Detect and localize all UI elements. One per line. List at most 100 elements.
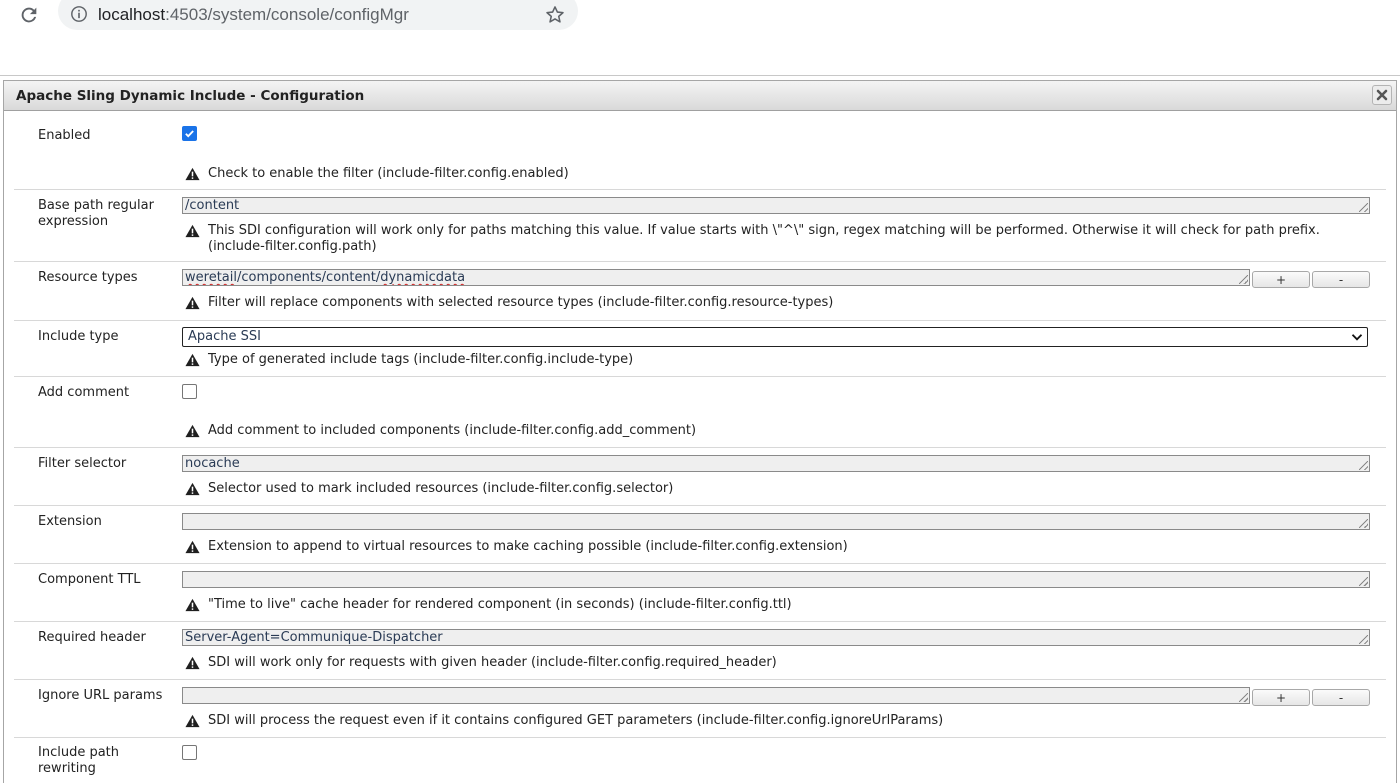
config-form: Enabled Check to enable the filter (incl…	[14, 112, 1386, 778]
required-header-description: SDI will work only for requests with giv…	[185, 655, 1375, 671]
ignore-url-params-field: + -	[182, 687, 1370, 706]
description-text: SDI will process the request even if it …	[208, 713, 944, 728]
resource-types-add-button[interactable]: +	[1252, 271, 1310, 288]
row-required-header: Required header Server-Agent=Communique-…	[14, 622, 1386, 680]
config-dialog: Apache Sling Dynamic Include - Configura…	[3, 80, 1397, 783]
resource-types-field: weretail/components/content/dynamicdata …	[182, 269, 1370, 288]
resource-types-description: Filter will replace components with sele…	[185, 295, 1375, 311]
enabled-field	[182, 126, 197, 141]
warning-icon	[185, 540, 200, 554]
filter-selector-value: nocache	[185, 456, 240, 471]
label-filter-selector: Filter selector	[38, 456, 127, 471]
row-resource-types: Resource types weretail/components/conte…	[14, 262, 1386, 321]
label-ignore-url-params: Ignore URL params	[38, 688, 163, 703]
base-path-input[interactable]: /content	[182, 197, 1370, 214]
add-comment-field	[182, 384, 197, 399]
include-type-select[interactable]: Apache SSI	[182, 327, 1368, 347]
ignore-url-params-remove-button[interactable]: -	[1312, 689, 1370, 706]
include-type-field: Apache SSI	[182, 327, 1368, 347]
required-header-field: Server-Agent=Communique-Dispatcher	[182, 629, 1370, 646]
resize-grip-icon[interactable]	[1359, 577, 1368, 586]
row-enabled: Enabled Check to enable the filter (incl…	[14, 112, 1386, 190]
resize-grip-icon[interactable]	[1359, 461, 1368, 470]
enabled-checkbox[interactable]	[182, 126, 197, 141]
ignore-url-params-add-button[interactable]: +	[1252, 689, 1310, 706]
description-text: This SDI configuration will work only fo…	[208, 223, 1320, 254]
close-button[interactable]	[1372, 85, 1392, 105]
dialog-titlebar[interactable]: Apache Sling Dynamic Include - Configura…	[4, 81, 1396, 111]
label-include-path-rewriting: Include path rewriting	[38, 745, 120, 776]
required-header-value: Server-Agent=Communique-Dispatcher	[185, 630, 443, 645]
description-text: Selector used to mark included resources…	[208, 481, 674, 496]
filter-selector-field: nocache	[182, 455, 1370, 472]
description-text: Add comment to included components (incl…	[208, 423, 697, 438]
ignore-url-params-input[interactable]	[182, 687, 1250, 704]
resource-types-remove-button[interactable]: -	[1312, 271, 1370, 288]
row-include-path-rewriting: Include path rewriting	[14, 738, 1386, 778]
dialog-title: Apache Sling Dynamic Include - Configura…	[16, 88, 365, 104]
include-path-rewriting-checkbox[interactable]	[182, 745, 197, 760]
browser-toolbar: localhost:4503/system/console/configMgr	[0, 0, 1400, 76]
reload-icon[interactable]	[16, 2, 42, 28]
description-text: Filter will replace components with sele…	[208, 295, 834, 310]
warning-icon	[185, 598, 200, 612]
warning-icon	[185, 714, 200, 728]
warning-icon	[185, 482, 200, 496]
ignore-url-params-description: SDI will process the request even if it …	[185, 713, 1375, 729]
row-filter-selector: Filter selector nocache Selector used to…	[14, 448, 1386, 506]
row-include-type: Include type Apache SSI Type of generate…	[14, 321, 1386, 377]
label-enabled: Enabled	[38, 128, 91, 143]
extension-field	[182, 513, 1370, 530]
label-include-type: Include type	[38, 329, 119, 344]
base-path-field: /content	[182, 197, 1370, 214]
base-path-value: /content	[185, 198, 240, 213]
value-part-dynamicdata: dynamicdata	[380, 270, 466, 285]
resource-types-input[interactable]: weretail/components/content/dynamicdata	[182, 269, 1250, 286]
label-extension: Extension	[38, 514, 102, 529]
add-comment-checkbox[interactable]	[182, 384, 197, 399]
row-add-comment: Add comment Add comment to included comp…	[14, 377, 1386, 448]
description-text: SDI will work only for requests with giv…	[208, 655, 777, 670]
label-required-header: Required header	[38, 630, 146, 645]
star-icon[interactable]	[544, 4, 566, 26]
chevron-down-icon	[1351, 334, 1363, 341]
row-ignore-url-params: Ignore URL params + - SDI will process t…	[14, 680, 1386, 738]
warning-icon	[185, 167, 200, 181]
resize-grip-icon[interactable]	[1359, 519, 1368, 528]
resize-grip-icon[interactable]	[1359, 203, 1368, 212]
extension-input[interactable]	[182, 513, 1370, 530]
label-resource-types: Resource types	[38, 270, 138, 285]
base-path-description: This SDI configuration will work only fo…	[185, 223, 1375, 255]
required-header-input[interactable]: Server-Agent=Communique-Dispatcher	[182, 629, 1370, 646]
warning-icon	[185, 296, 200, 310]
address-bar[interactable]: localhost:4503/system/console/configMgr	[58, 0, 578, 30]
warning-icon	[185, 424, 200, 438]
row-extension: Extension Extension to append to virtual…	[14, 506, 1386, 564]
extension-description: Extension to append to virtual resources…	[185, 539, 1375, 555]
include-type-selected: Apache SSI	[188, 329, 261, 344]
description-text: Check to enable the filter (include-filt…	[208, 166, 569, 181]
label-component-ttl: Component TTL	[38, 572, 141, 587]
component-ttl-description: "Time to live" cache header for rendered…	[185, 597, 1375, 613]
resize-grip-icon[interactable]	[1359, 635, 1368, 644]
component-ttl-input[interactable]	[182, 571, 1370, 588]
description-text: "Time to live" cache header for rendered…	[208, 597, 792, 612]
warning-icon	[185, 224, 200, 238]
filter-selector-input[interactable]: nocache	[182, 455, 1370, 472]
include-path-rewriting-field	[182, 745, 197, 760]
value-part-weretail: weretail	[185, 270, 237, 285]
info-icon[interactable]	[70, 5, 88, 23]
row-base-path: Base path regular expression /content Th…	[14, 190, 1386, 262]
description-text: Extension to append to virtual resources…	[208, 539, 848, 554]
checkmark-icon	[185, 130, 194, 138]
url-path: :4503/system/console/configMgr	[165, 5, 409, 24]
value-part-path: /components/content/	[236, 270, 381, 285]
add-comment-description: Add comment to included components (incl…	[185, 423, 1375, 439]
resize-grip-icon[interactable]	[1239, 693, 1248, 702]
resize-grip-icon[interactable]	[1239, 275, 1248, 284]
row-component-ttl: Component TTL "Time to live" cache heade…	[14, 564, 1386, 622]
include-type-description: Type of generated include tags (include-…	[185, 352, 1375, 368]
component-ttl-field	[182, 571, 1370, 588]
url-text[interactable]: localhost:4503/system/console/configMgr	[98, 5, 409, 25]
enabled-description: Check to enable the filter (include-filt…	[185, 166, 1375, 182]
